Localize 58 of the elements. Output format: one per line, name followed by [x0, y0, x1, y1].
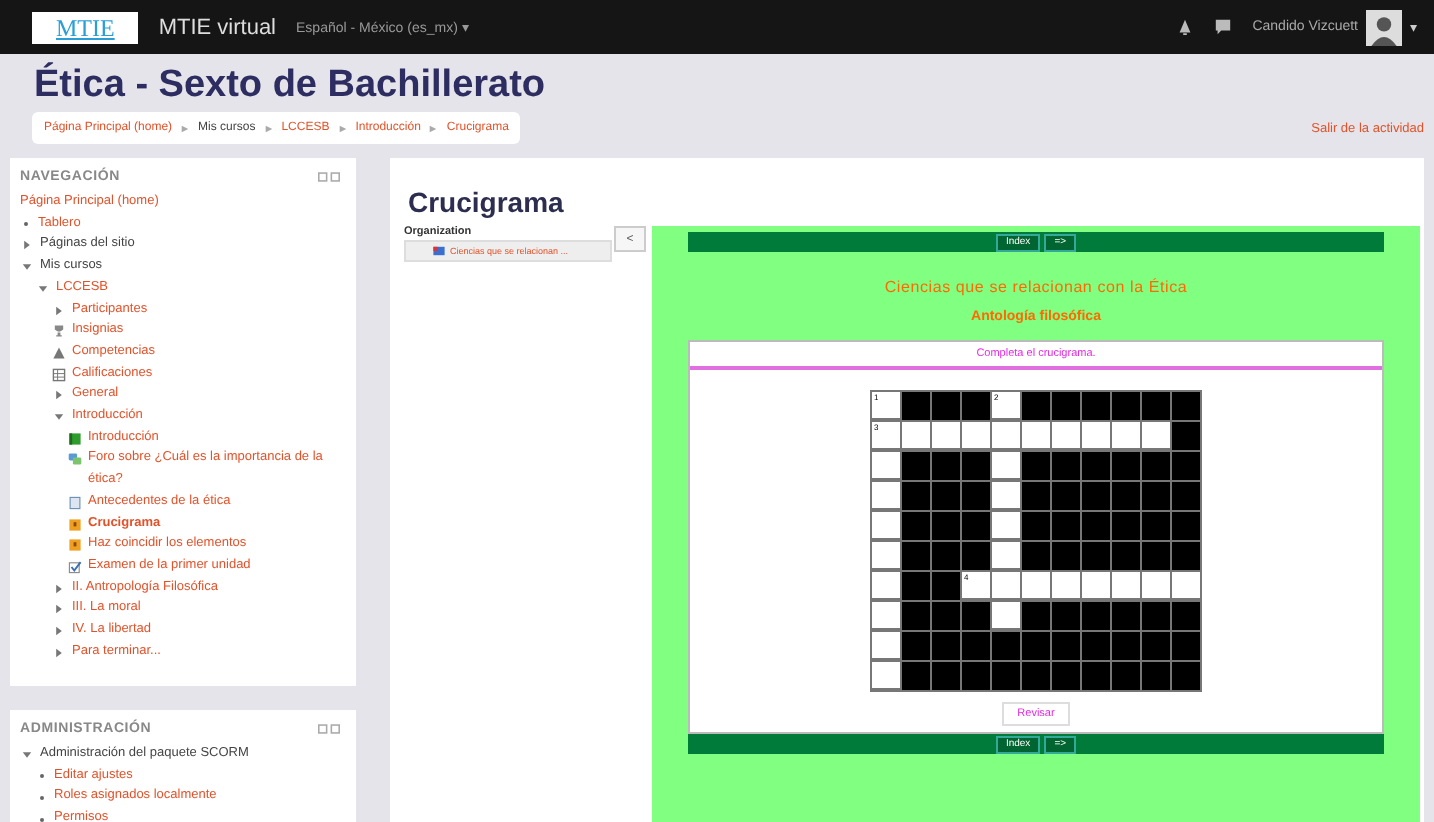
- crossword-cell[interactable]: [1172, 572, 1200, 598]
- crossword-cell[interactable]: [1112, 422, 1140, 448]
- separator-icon: [180, 123, 191, 133]
- separator-icon: [337, 123, 348, 133]
- crossword-cell[interactable]: [992, 452, 1020, 478]
- crossword-cell[interactable]: [1142, 572, 1170, 598]
- collapse-arrow-icon[interactable]: [20, 748, 34, 762]
- document-icon: [68, 495, 82, 510]
- book-icon: [68, 431, 82, 446]
- crossword-cell[interactable]: [872, 632, 900, 658]
- crossword-cell[interactable]: [872, 482, 900, 508]
- crossword-cell[interactable]: [872, 662, 900, 688]
- expand-arrow-icon[interactable]: [20, 238, 34, 253]
- collapse-arrow-icon[interactable]: [52, 410, 66, 425]
- site-name[interactable]: MTIE virtual: [158, 15, 277, 39]
- crossword-cell[interactable]: [872, 452, 900, 478]
- chat-bubbles-icon: [68, 452, 82, 467]
- crossword-cell[interactable]: [1022, 572, 1050, 598]
- crossword-cell[interactable]: [992, 572, 1020, 598]
- crossword-cell[interactable]: [992, 482, 1020, 508]
- message-icon[interactable]: [1214, 18, 1233, 36]
- separator-icon: [428, 123, 439, 133]
- block-controls-icon[interactable]: [318, 172, 340, 182]
- activity-title: Crucigrama: [406, 184, 566, 222]
- block-controls-icon[interactable]: [318, 724, 340, 734]
- expand-arrow-icon[interactable]: [52, 303, 66, 318]
- site-logo[interactable]: MTIE: [32, 11, 139, 43]
- checklist-icon: [68, 559, 82, 574]
- separator-icon: [263, 123, 274, 133]
- crossword-cell[interactable]: [1022, 422, 1050, 448]
- crossword-cell[interactable]: [992, 602, 1020, 628]
- crossword-cell[interactable]: [902, 422, 930, 448]
- pyramid-icon: [52, 345, 66, 360]
- crossword-cell[interactable]: [992, 542, 1020, 568]
- expand-arrow-icon[interactable]: [52, 388, 66, 403]
- crossword-cell[interactable]: [1052, 422, 1080, 448]
- avatar-silhouette[interactable]: [1366, 9, 1402, 45]
- crossword-cell[interactable]: [992, 512, 1020, 538]
- crossword-cell[interactable]: [1082, 572, 1110, 598]
- crossword-cell[interactable]: [872, 512, 900, 538]
- package-icon: [68, 538, 82, 553]
- crossword-cell[interactable]: [1142, 422, 1170, 448]
- crossword-cell[interactable]: [992, 422, 1020, 448]
- crossword-cell[interactable]: [1082, 422, 1110, 448]
- crossword-cell[interactable]: [962, 422, 990, 448]
- course-title: Ética - Sexto de Bachillerato: [32, 60, 548, 108]
- table-icon: [52, 367, 66, 382]
- crossword-cell[interactable]: [1112, 572, 1140, 598]
- crossword-cell[interactable]: [872, 542, 900, 568]
- notification-icon[interactable]: [1176, 18, 1195, 36]
- content-heading: Ciencias que se relacionan con la Ética: [882, 278, 1190, 296]
- crossword-cell[interactable]: [932, 422, 960, 448]
- crossword-cell[interactable]: [872, 602, 900, 628]
- package-icon: [432, 244, 446, 258]
- crossword-cell[interactable]: [1052, 572, 1080, 598]
- crossword-cell[interactable]: [872, 572, 900, 598]
- trophy-icon: [52, 324, 66, 339]
- package-icon: [68, 517, 82, 532]
